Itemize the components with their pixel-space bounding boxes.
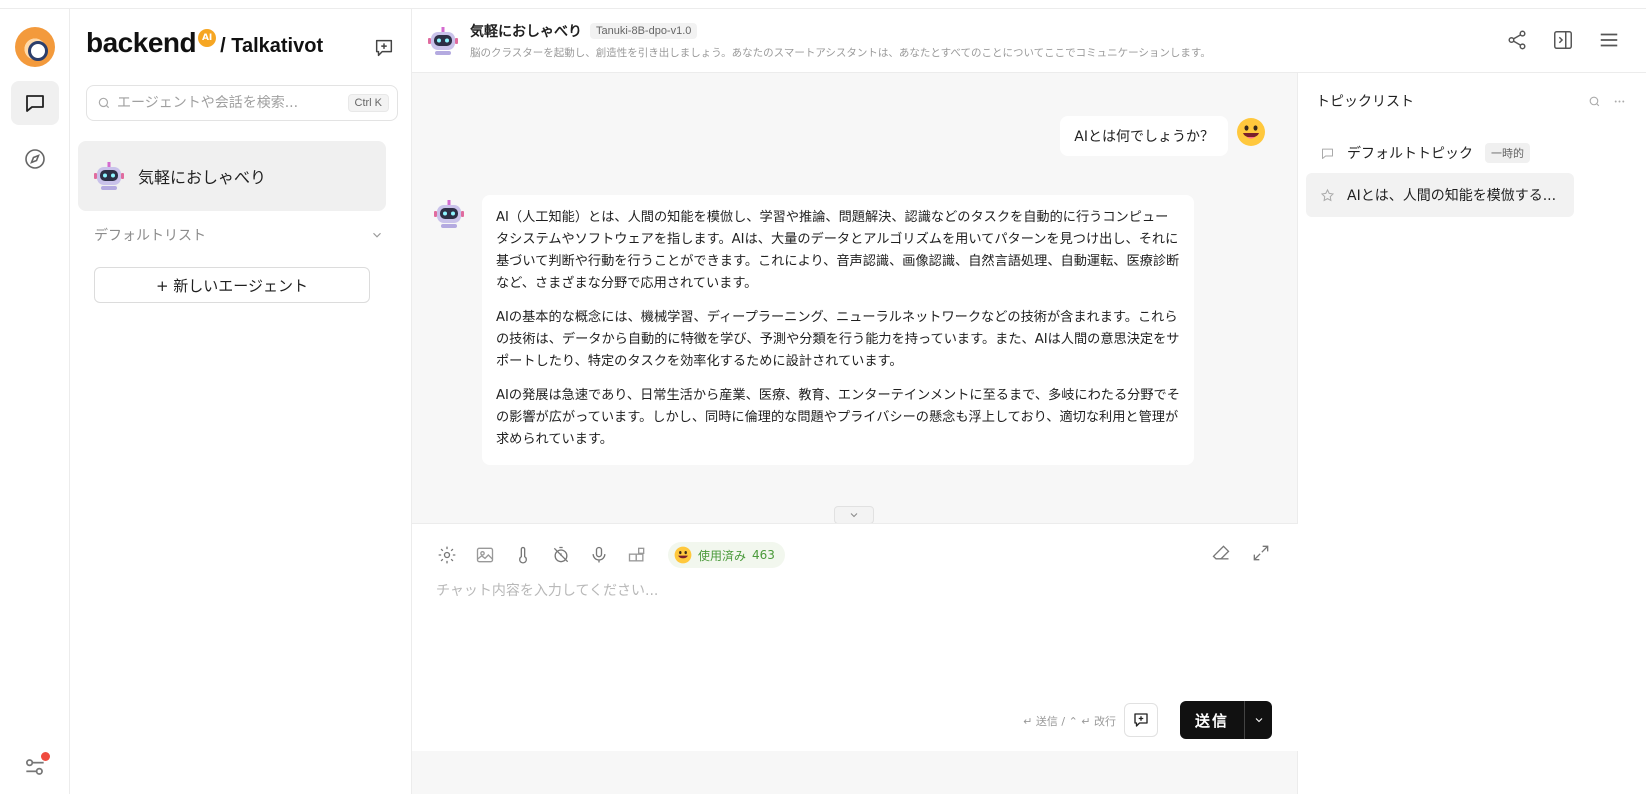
scroll-to-bottom-button[interactable] — [834, 506, 874, 524]
chat-header: 気軽におしゃべり Tanuki-8B-dpo-v1.0 脳のクラスターを起動し、… — [412, 9, 1646, 73]
compass-icon — [25, 149, 45, 169]
main-area: 気軽におしゃべり Tanuki-8B-dpo-v1.0 脳のクラスターを起動し、… — [412, 9, 1646, 794]
assistant-message: AI（人工知能）とは、人間の知能を模倣し、学習や推論、問題解決、認識などのタスク… — [482, 195, 1194, 465]
send-button-label: 送信 — [1194, 711, 1229, 730]
search-icon[interactable] — [1588, 95, 1601, 108]
comment-icon — [1322, 148, 1333, 159]
clear-button[interactable] — [1210, 542, 1232, 564]
header-actions — [1504, 27, 1622, 53]
topic-label: AIとは、人間の知能を模倣する... — [1347, 188, 1557, 204]
agent-name: 気軽におしゃべり — [138, 168, 267, 187]
chevron-down-icon — [850, 513, 858, 518]
share-icon — [1508, 30, 1526, 50]
history-limit-button[interactable] — [550, 544, 572, 566]
robot-avatar-icon — [94, 161, 124, 191]
send-button[interactable]: 送信 — [1180, 701, 1272, 739]
settings-icon — [438, 546, 456, 564]
temporary-badge: 一時的 — [1485, 143, 1530, 163]
chat-description: 脳のクラスターを起動し、創造性を引き出しましょう。あなたのスマートアシスタントは… — [470, 47, 1211, 59]
topic-panel-title: トピックリスト — [1316, 94, 1414, 110]
app-logo-icon[interactable] — [15, 27, 55, 67]
default-list-header[interactable]: デフォルトリスト — [94, 225, 384, 245]
app-window: backend AI / Talkativot Ctrl K — [0, 8, 1646, 794]
search-icon — [98, 97, 110, 109]
chevron-down-icon — [373, 232, 381, 238]
thermometer-icon — [519, 546, 527, 564]
chat-column: AIとは何でしょうか？ AI（人工知能）とは、人間の知能を模倣し、学習や推論、問… — [412, 73, 1298, 794]
token-usage-badge[interactable]: 使用済み 463 — [668, 542, 785, 568]
expand-icon — [1253, 545, 1269, 561]
chat-title-block: 気軽におしゃべり Tanuki-8B-dpo-v1.0 脳のクラスターを起動し、… — [470, 21, 1211, 60]
new-chat-button[interactable] — [371, 35, 397, 61]
upload-image-button[interactable] — [474, 544, 496, 566]
panel-toggle-button[interactable] — [1550, 27, 1576, 53]
composer-toolbar: 使用済み 463 — [436, 542, 785, 568]
voice-input-button[interactable] — [588, 544, 610, 566]
user-message: AIとは何でしょうか？ — [1060, 116, 1228, 156]
message-list: AIとは何でしょうか？ AI（人工知能）とは、人間の知能を模倣し、学習や推論、問… — [412, 73, 1298, 524]
microphone-icon — [592, 546, 606, 563]
agent-search[interactable]: Ctrl K — [86, 85, 398, 121]
settings-sliders-button[interactable] — [22, 752, 50, 780]
new-agent-button[interactable]: + 新しいエージェント — [94, 267, 370, 303]
add-topic-button[interactable] — [1124, 703, 1158, 737]
topic-panel: トピックリスト デフォルトトピック 一時的 AIとは、人間の知能を模倣する... — [1298, 73, 1646, 794]
agent-sidebar: backend AI / Talkativot Ctrl K — [70, 9, 412, 794]
emoji-icon — [674, 546, 692, 564]
eraser-icon — [1212, 545, 1230, 560]
agent-item[interactable]: 気軽におしゃべり — [78, 141, 386, 211]
topic-item-active[interactable]: AIとは、人間の知能を模倣する... — [1306, 173, 1574, 217]
user-avatar-icon — [1236, 117, 1266, 147]
message-composer: 使用済み 463 チャット内容を入力してください... ↵ 送信 / ⌃ ↵ 改… — [412, 523, 1298, 751]
star-icon[interactable] — [1320, 188, 1335, 203]
send-shortcut-hint: ↵ 送信 / ⌃ ↵ 改行 — [1023, 715, 1116, 728]
share-button[interactable] — [1504, 27, 1530, 53]
more-icon[interactable] — [1613, 95, 1626, 108]
new-chat-icon — [1134, 713, 1148, 727]
assistant-paragraph: AIの発展は急速であり、日常生活から産業、医療、教育、エンターテインメントに至る… — [496, 388, 1180, 447]
search-input[interactable] — [117, 95, 348, 111]
discover-nav-button[interactable] — [11, 137, 59, 181]
chevron-down-icon — [1255, 718, 1262, 723]
search-shortcut-badge: Ctrl K — [347, 94, 389, 112]
robot-avatar-icon — [428, 26, 458, 56]
brand-name: backend — [86, 27, 197, 58]
model-settings-button[interactable] — [436, 544, 458, 566]
notification-dot — [41, 752, 50, 761]
content-area: AIとは何でしょうか？ AI（人工知能）とは、人間の知能を模倣し、学習や推論、問… — [412, 73, 1646, 794]
send-options-button[interactable] — [1244, 701, 1272, 739]
brand-logo: backend AI / Talkativot — [86, 27, 323, 59]
image-icon — [476, 547, 494, 563]
topic-item-default[interactable]: デフォルトトピック 一時的 — [1306, 131, 1574, 175]
chat-title: 気軽におしゃべり — [470, 24, 582, 40]
default-list-title: デフォルトリスト — [94, 228, 206, 244]
plugin-icon — [628, 547, 645, 562]
workspace-name: / Talkativot — [220, 35, 324, 57]
assistant-paragraph: AI（人工知能）とは、人間の知能を模倣し、学習や推論、問題解決、認識などのタスク… — [496, 210, 1180, 291]
timer-off-icon — [553, 546, 569, 563]
brand-ai-badge: AI — [198, 29, 217, 47]
chat-icon — [26, 95, 44, 112]
model-tag[interactable]: Tanuki-8B-dpo-v1.0 — [590, 23, 698, 39]
plugins-button[interactable] — [626, 544, 648, 566]
usage-count: 463 — [752, 548, 775, 562]
new-chat-icon — [375, 39, 393, 57]
chat-nav-button[interactable] — [11, 81, 59, 125]
composer-right-tools — [1210, 542, 1272, 564]
menu-button[interactable] — [1596, 27, 1622, 53]
left-rail — [0, 9, 70, 794]
usage-label: 使用済み — [698, 548, 747, 563]
assistant-paragraph: AIの基本的な概念には、機械学習、ディープラーニング、ニューラルネットワークなど… — [496, 310, 1180, 369]
menu-icon — [1600, 33, 1618, 47]
panel-toggle-icon — [1554, 31, 1572, 49]
chat-input[interactable] — [436, 580, 1266, 680]
temperature-button[interactable] — [512, 544, 534, 566]
topic-header: トピックリスト — [1316, 91, 1626, 111]
robot-avatar-icon — [434, 199, 464, 229]
topic-label: デフォルトトピック — [1347, 146, 1473, 162]
expand-button[interactable] — [1250, 542, 1272, 564]
